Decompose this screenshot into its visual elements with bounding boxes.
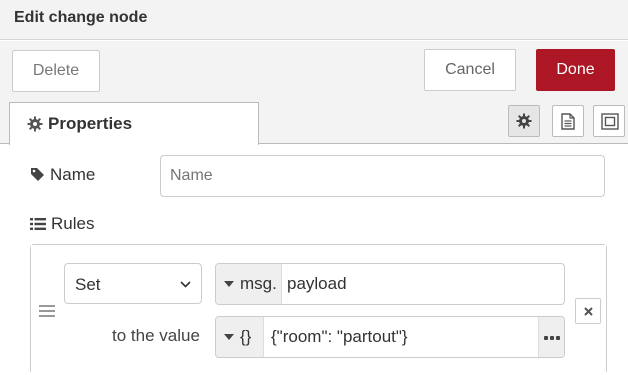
value-type-selector[interactable]: {} [216,317,264,357]
value-text: {"room": "partout"} [271,327,408,346]
frame-icon [601,113,619,130]
dialog-titlebar: Edit change node [0,0,628,40]
delete-button[interactable]: Delete [12,50,100,92]
name-input[interactable] [160,155,605,197]
description-tab-button[interactable] [552,105,584,137]
to-value-label: to the value [112,326,200,345]
close-icon [584,307,593,316]
rules-label: Rules [30,214,94,234]
dialog-title: Edit change node [14,9,148,26]
settings-tab-button[interactable] [508,105,540,137]
remove-rule-button[interactable] [575,298,601,324]
caret-down-icon [224,334,234,340]
tab-properties[interactable]: Properties [9,102,259,145]
rules-label-text: Rules [51,214,95,233]
list-icon [30,218,46,230]
cancel-button[interactable]: Cancel [424,49,516,91]
rule-property-input[interactable]: msg. payload [215,263,565,305]
ellipsis-icon[interactable] [538,317,564,357]
rule-value-input[interactable]: {} {"room": "partout"} [215,316,565,358]
caret-down-icon [224,281,234,287]
gear-icon [516,113,532,129]
tab-properties-label: Properties [48,114,133,133]
name-label: Name [30,165,95,185]
name-label-text: Name [50,165,96,184]
property-type-selector[interactable]: msg. [216,264,282,304]
tag-icon [31,168,44,181]
document-icon [561,113,575,130]
done-button[interactable]: Done [536,49,615,91]
drag-handle-icon[interactable] [39,305,55,317]
appearance-tab-button[interactable] [593,105,625,137]
chevron-down-icon [180,281,191,288]
property-type-label: msg. [240,274,277,293]
rule-action-select[interactable]: Set [64,263,202,304]
dialog-toolbar: Delete Cancel Done [0,41,628,99]
gear-icon [27,116,43,132]
property-value: payload [287,274,347,293]
rule-action-value: Set [75,275,101,294]
value-type-label: {} [240,327,252,346]
